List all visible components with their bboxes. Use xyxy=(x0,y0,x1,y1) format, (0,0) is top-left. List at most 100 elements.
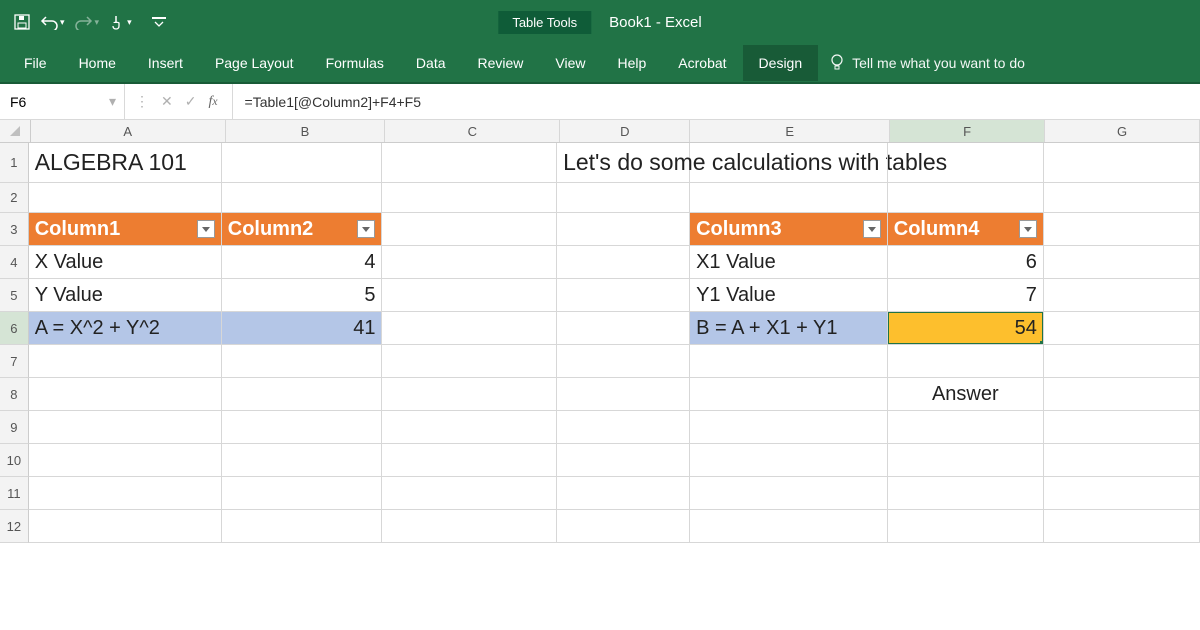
cell-A6[interactable]: A = X^2 + Y^2 xyxy=(29,312,222,345)
cell-E5[interactable]: Y1 Value xyxy=(690,279,888,312)
cell-G7[interactable] xyxy=(1044,345,1200,378)
tab-insert[interactable]: Insert xyxy=(132,45,199,81)
cell-F1[interactable] xyxy=(888,143,1044,183)
cell-F6[interactable]: 54 xyxy=(888,312,1044,345)
row-header-10[interactable]: 10 xyxy=(0,444,29,477)
cell-G4[interactable] xyxy=(1044,246,1200,279)
tab-help[interactable]: Help xyxy=(602,45,663,81)
tab-file[interactable]: File xyxy=(8,45,63,81)
enter-icon[interactable]: ✓ xyxy=(185,93,197,110)
cell-G8[interactable] xyxy=(1044,378,1200,411)
cell-C3[interactable] xyxy=(382,213,557,246)
name-box[interactable]: ▾ xyxy=(0,84,125,119)
cell-A5[interactable]: Y Value xyxy=(29,279,222,312)
row-header-12[interactable]: 12 xyxy=(0,510,29,543)
cell-C6[interactable] xyxy=(382,312,557,345)
row-header-7[interactable]: 7 xyxy=(0,345,29,378)
cell-E4[interactable]: X1 Value xyxy=(690,246,888,279)
cell-A9[interactable] xyxy=(29,411,222,444)
cell-F10[interactable] xyxy=(888,444,1044,477)
cell-G5[interactable] xyxy=(1044,279,1200,312)
cancel-icon[interactable]: ✕ xyxy=(161,93,173,110)
tab-design[interactable]: Design xyxy=(743,45,819,81)
name-box-input[interactable] xyxy=(8,93,82,111)
cell-F11[interactable] xyxy=(888,477,1044,510)
cell-E10[interactable] xyxy=(690,444,888,477)
chevron-down-icon[interactable]: ▾ xyxy=(109,93,116,110)
col-header-F[interactable]: F xyxy=(890,120,1045,142)
cell-F5[interactable]: 7 xyxy=(888,279,1044,312)
row-header-6[interactable]: 6 xyxy=(0,312,29,345)
cell-E6[interactable]: B = A + X1 + Y1 xyxy=(690,312,888,345)
cell-E9[interactable] xyxy=(690,411,888,444)
cell-G3[interactable] xyxy=(1044,213,1200,246)
tab-acrobat[interactable]: Acrobat xyxy=(662,45,742,81)
cell-A4[interactable]: X Value xyxy=(29,246,222,279)
cell-A3[interactable]: Column1 xyxy=(29,213,222,246)
cell-E11[interactable] xyxy=(690,477,888,510)
row-header-11[interactable]: 11 xyxy=(0,477,29,510)
cell-B1[interactable] xyxy=(222,143,383,183)
cell-B2[interactable] xyxy=(222,183,383,213)
tab-view[interactable]: View xyxy=(539,45,601,81)
cell-C2[interactable] xyxy=(382,183,557,213)
cell-B10[interactable] xyxy=(222,444,383,477)
tab-home[interactable]: Home xyxy=(63,45,132,81)
cell-C11[interactable] xyxy=(382,477,557,510)
tell-me-search[interactable]: Tell me what you want to do xyxy=(830,54,1025,73)
tab-page-layout[interactable]: Page Layout xyxy=(199,45,310,81)
row-header-4[interactable]: 4 xyxy=(0,246,29,279)
filter-button[interactable] xyxy=(863,220,881,238)
cell-C5[interactable] xyxy=(382,279,557,312)
cell-D6[interactable] xyxy=(557,312,690,345)
cell-A8[interactable] xyxy=(29,378,222,411)
col-header-B[interactable]: B xyxy=(226,120,386,142)
cell-C8[interactable] xyxy=(382,378,557,411)
row-header-8[interactable]: 8 xyxy=(0,378,29,411)
filter-button[interactable] xyxy=(197,220,215,238)
col-header-C[interactable]: C xyxy=(385,120,560,142)
cell-B7[interactable] xyxy=(222,345,383,378)
cell-A2[interactable] xyxy=(29,183,222,213)
select-all-corner[interactable] xyxy=(0,120,31,142)
filter-button[interactable] xyxy=(357,220,375,238)
cell-E3[interactable]: Column3 xyxy=(690,213,888,246)
cell-G1[interactable] xyxy=(1044,143,1200,183)
cell-B11[interactable] xyxy=(222,477,383,510)
row-header-1[interactable]: 1 xyxy=(0,143,29,183)
cell-B5[interactable]: 5 xyxy=(222,279,383,312)
row-header-5[interactable]: 5 xyxy=(0,279,29,312)
touch-mode-icon[interactable]: ▾ xyxy=(109,14,132,30)
col-header-D[interactable]: D xyxy=(560,120,690,142)
cell-D3[interactable] xyxy=(557,213,690,246)
cell-F7[interactable] xyxy=(888,345,1044,378)
cell-G10[interactable] xyxy=(1044,444,1200,477)
row-header-2[interactable]: 2 xyxy=(0,183,29,213)
tab-data[interactable]: Data xyxy=(400,45,462,81)
cell-A7[interactable] xyxy=(29,345,222,378)
row-header-3[interactable]: 3 xyxy=(0,213,29,246)
cell-D5[interactable] xyxy=(557,279,690,312)
cell-G2[interactable] xyxy=(1044,183,1200,213)
cell-E2[interactable] xyxy=(690,183,888,213)
cell-B4[interactable]: 4 xyxy=(222,246,383,279)
cell-F3[interactable]: Column4 xyxy=(888,213,1044,246)
cell-G12[interactable] xyxy=(1044,510,1200,543)
cell-D1[interactable]: Let's do some calculations with tables xyxy=(557,143,690,183)
expand-bar-icon[interactable]: ⋮ xyxy=(135,93,149,110)
cell-E8[interactable] xyxy=(690,378,888,411)
cell-C1[interactable] xyxy=(382,143,557,183)
cell-A12[interactable] xyxy=(29,510,222,543)
cell-C10[interactable] xyxy=(382,444,557,477)
cell-A1[interactable]: ALGEBRA 101 xyxy=(29,143,222,183)
cell-E1[interactable] xyxy=(690,143,888,183)
cell-D4[interactable] xyxy=(557,246,690,279)
customize-qat-icon[interactable] xyxy=(152,17,166,27)
cell-D7[interactable] xyxy=(557,345,690,378)
cell-D12[interactable] xyxy=(557,510,690,543)
row-header-9[interactable]: 9 xyxy=(0,411,29,444)
cell-E12[interactable] xyxy=(690,510,888,543)
cell-C12[interactable] xyxy=(382,510,557,543)
cell-B8[interactable] xyxy=(222,378,383,411)
cell-B12[interactable] xyxy=(222,510,383,543)
